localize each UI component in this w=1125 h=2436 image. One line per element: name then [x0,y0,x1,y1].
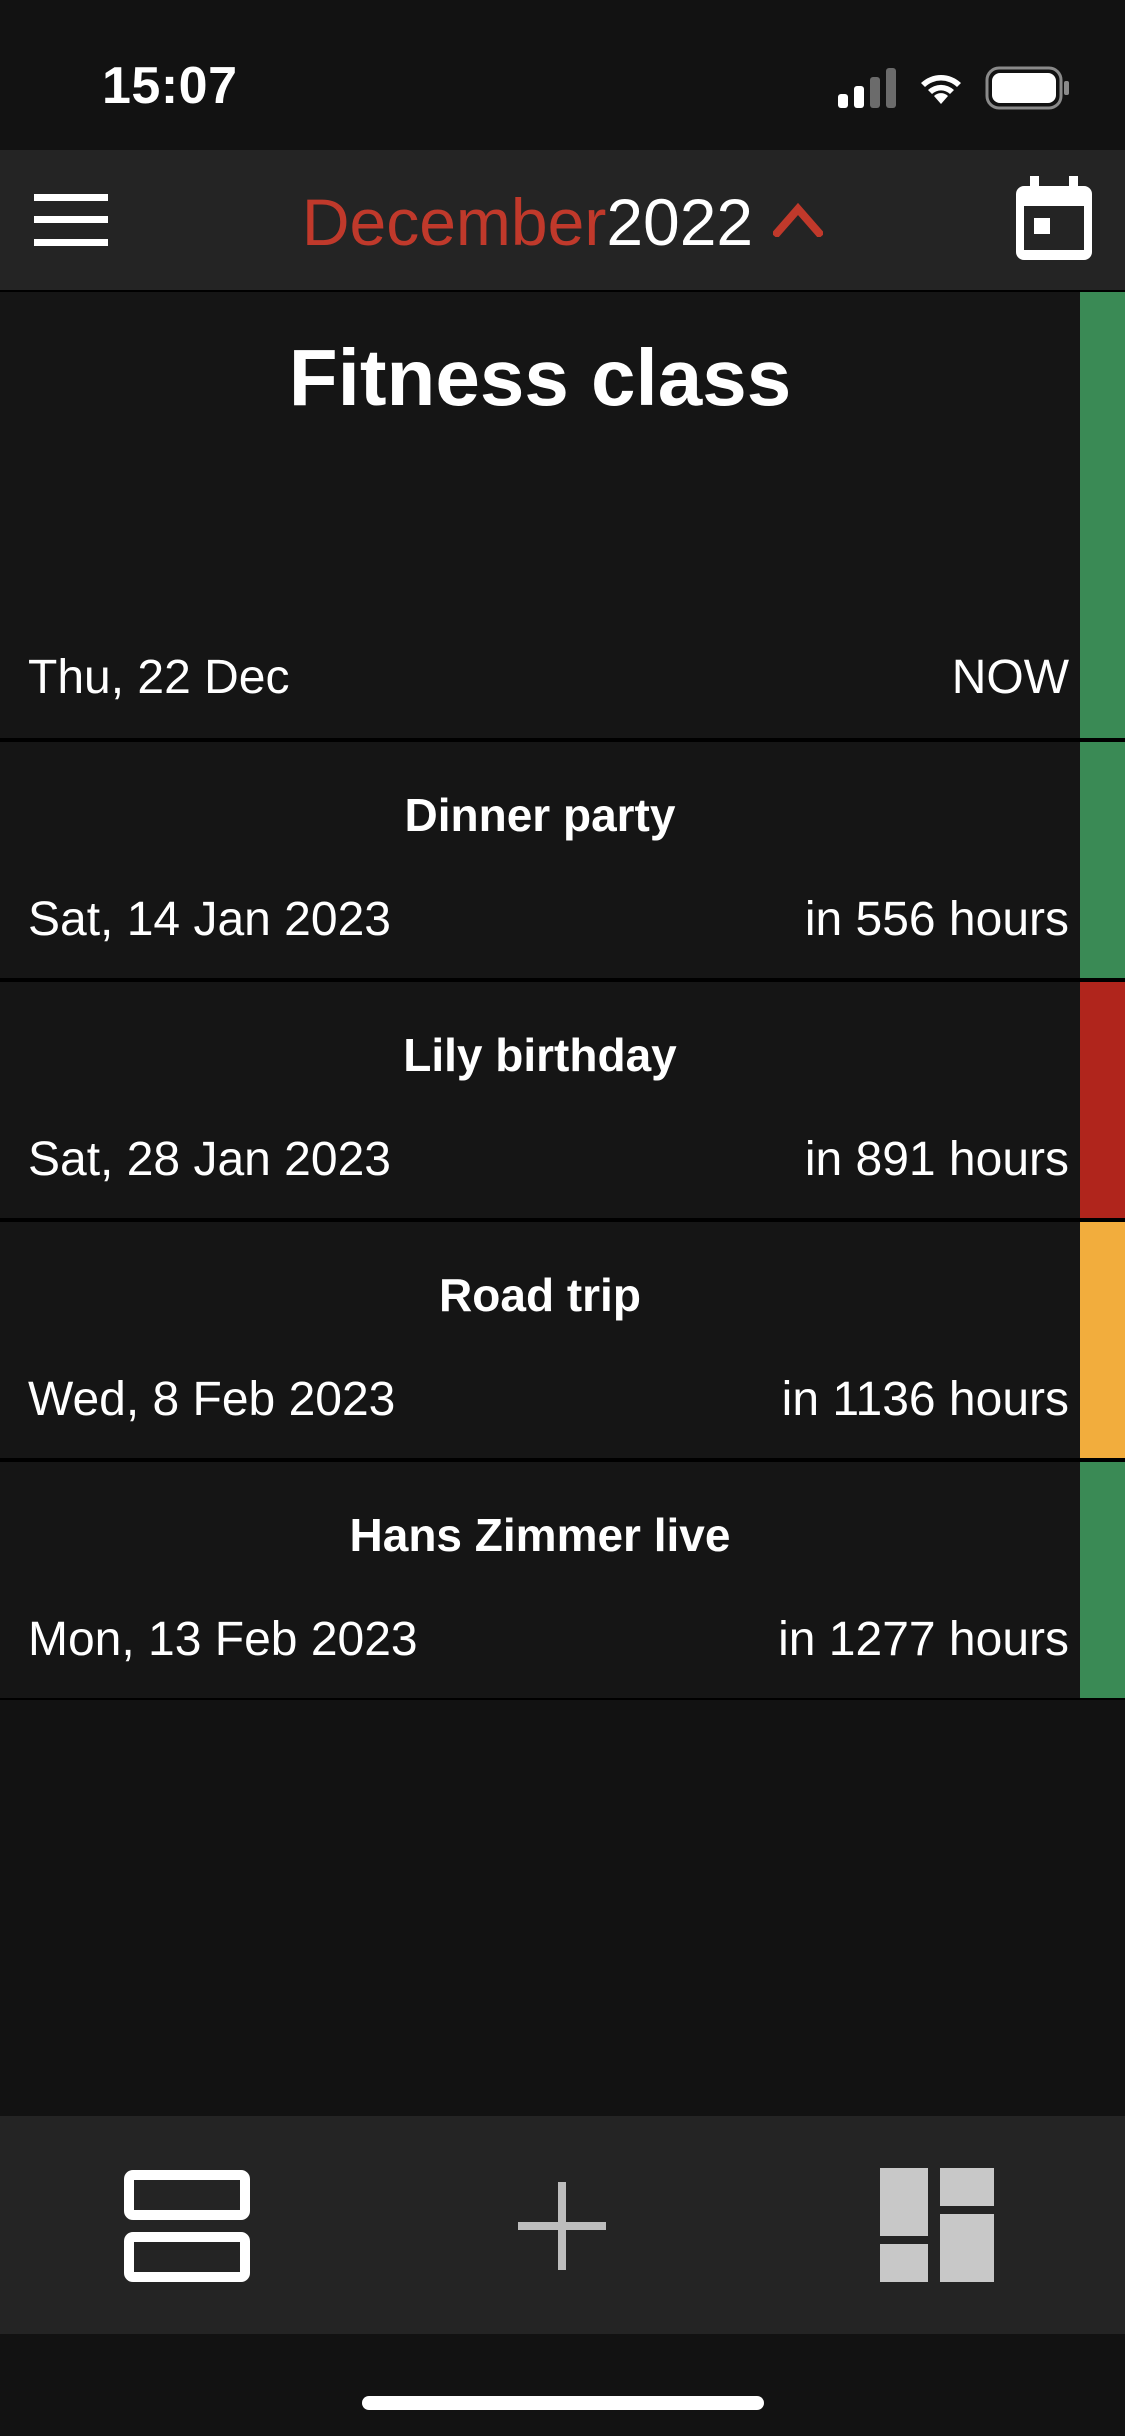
wifi-icon [921,75,961,104]
event-title: Lily birthday [403,1029,677,1081]
event-date: Sat, 28 Jan 2023 [28,1133,391,1186]
bottom-toolbar [0,2116,1125,2334]
event-countdown: in 1277 hours [778,1613,1069,1666]
event-card[interactable]: Lily birthday Sat, 28 Jan 2023 in 891 ho… [0,980,1125,1220]
event-card[interactable]: Dinner party Sat, 14 Jan 2023 in 556 hou… [0,740,1125,980]
event-date: Wed, 8 Feb 2023 [28,1373,396,1426]
home-indicator [362,2396,764,2410]
event-title: Fitness class [288,333,792,422]
event-card[interactable]: Fitness class Thu, 22 Dec NOW [0,290,1125,740]
event-countdown: in 1136 hours [781,1373,1069,1426]
event-countdown: in 556 hours [804,893,1069,946]
app-header: December2022 [0,150,1125,290]
event-card[interactable]: Road trip Wed, 8 Feb 2023 in 1136 hours [0,1220,1125,1460]
event-card[interactable]: Hans Zimmer live Mon, 13 Feb 2023 in 127… [0,1460,1125,1700]
event-color-stripe [1080,1222,1125,1458]
chevron-up-icon [773,202,824,237]
month-label: December [301,185,607,259]
event-title: Hans Zimmer live [349,1509,731,1561]
list-view-icon[interactable] [124,2170,250,2282]
status-bar: 15:07 [0,0,1125,150]
year-label: 2022 [606,185,754,259]
event-date: Mon, 13 Feb 2023 [28,1613,418,1666]
calendar-icon[interactable] [1016,176,1092,260]
status-time: 15:07 [102,57,238,115]
event-color-stripe [1080,742,1125,978]
month-selector[interactable]: December2022 [0,184,1125,260]
event-date: Thu, 22 Dec [28,651,290,704]
signal-icon [838,68,896,108]
event-countdown: NOW [951,651,1069,704]
event-date: Sat, 14 Jan 2023 [28,893,391,946]
event-title: Road trip [439,1269,641,1321]
event-title: Dinner party [404,789,676,841]
dashboard-icon[interactable] [880,2168,994,2282]
event-color-stripe [1080,292,1125,738]
add-icon[interactable] [518,2182,606,2270]
event-list: Fitness class Thu, 22 Dec NOW Dinner par… [0,290,1125,1700]
event-countdown: in 891 hours [804,1133,1069,1186]
event-color-stripe [1080,1462,1125,1698]
battery-icon [985,66,1069,110]
event-color-stripe [1080,982,1125,1218]
